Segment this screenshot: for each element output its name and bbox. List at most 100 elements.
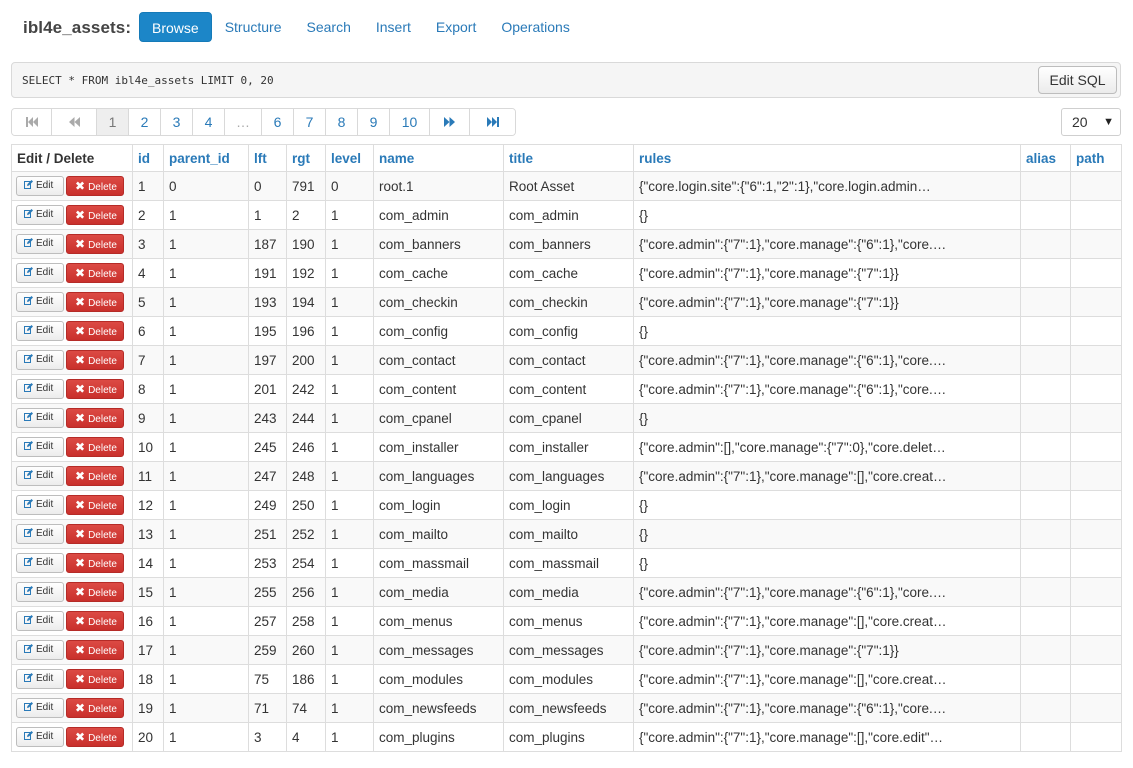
edit-sql-button[interactable]: Edit SQL bbox=[1038, 66, 1117, 94]
edit-row-button[interactable]: Edit bbox=[16, 234, 64, 254]
last-page-button[interactable] bbox=[470, 109, 515, 135]
previous-page-button[interactable] bbox=[52, 109, 97, 135]
delete-row-button[interactable]: ✖ Delete bbox=[66, 263, 124, 283]
table-row: Edit ✖ Delete 5 1 193 194 1 com_checkin com_check… bbox=[11, 287, 1122, 317]
cell-title: com_content bbox=[503, 374, 634, 404]
column-header[interactable]: parent_id bbox=[163, 144, 249, 172]
cell-id: 8 bbox=[132, 374, 164, 404]
cell-alias bbox=[1020, 577, 1071, 607]
page-4[interactable]: 4 bbox=[193, 109, 225, 135]
edit-row-button[interactable]: Edit bbox=[16, 640, 64, 660]
edit-row-button[interactable]: Edit bbox=[16, 292, 64, 312]
edit-row-button[interactable]: Edit bbox=[16, 495, 64, 515]
tab-operations[interactable]: Operations bbox=[489, 12, 581, 42]
cell-title: com_banners bbox=[503, 229, 634, 259]
tab-insert[interactable]: Insert bbox=[364, 12, 423, 42]
edit-label: Edit bbox=[36, 499, 54, 510]
delete-row-button[interactable]: ✖ Delete bbox=[66, 379, 124, 399]
cell-rules: {"core.admin":{"7":1},"core.manage":{"6"… bbox=[633, 374, 1021, 404]
edit-row-button[interactable]: Edit bbox=[16, 263, 64, 283]
edit-row-button[interactable]: Edit bbox=[16, 176, 64, 196]
column-header[interactable]: level bbox=[325, 144, 374, 172]
edit-icon bbox=[24, 266, 33, 276]
next-page-button[interactable] bbox=[430, 109, 470, 135]
edit-row-button[interactable]: Edit bbox=[16, 408, 64, 428]
edit-row-button[interactable]: Edit bbox=[16, 698, 64, 718]
delete-row-button[interactable]: ✖ Delete bbox=[66, 553, 124, 573]
edit-row-button[interactable]: Edit bbox=[16, 321, 64, 341]
column-header[interactable]: name bbox=[373, 144, 504, 172]
edit-icon bbox=[24, 527, 33, 537]
page-10[interactable]: 10 bbox=[390, 109, 430, 135]
delete-row-button[interactable]: ✖ Delete bbox=[66, 524, 124, 544]
cell-rules: {"core.admin":{"7":1},"core.manage":{"7"… bbox=[633, 635, 1021, 665]
delete-row-button[interactable]: ✖ Delete bbox=[66, 611, 124, 631]
delete-row-button[interactable]: ✖ Delete bbox=[66, 234, 124, 254]
tab-browse[interactable]: Browse bbox=[139, 12, 212, 42]
delete-row-button[interactable]: ✖ Delete bbox=[66, 292, 124, 312]
column-header: Edit / Delete bbox=[11, 144, 133, 172]
table-row: Edit ✖ Delete 18 1 75 186 1 com_modules com_modul… bbox=[11, 664, 1122, 694]
pagination: 1 2 3 4 … 6 7 8 9 10 bbox=[11, 108, 516, 136]
cell-rules: {"core.admin":{"7":1},"core.manage":[],"… bbox=[633, 606, 1021, 636]
column-header[interactable]: id bbox=[132, 144, 164, 172]
edit-icon bbox=[24, 672, 33, 682]
column-header[interactable]: rules bbox=[633, 144, 1021, 172]
cell-level: 1 bbox=[325, 490, 374, 520]
cell-rgt: 252 bbox=[286, 519, 326, 549]
edit-row-button[interactable]: Edit bbox=[16, 350, 64, 370]
edit-row-button[interactable]: Edit bbox=[16, 582, 64, 602]
cell-rules: {"core.admin":[],"core.manage":{"7":0},"… bbox=[633, 432, 1021, 462]
delete-row-button[interactable]: ✖ Delete bbox=[66, 640, 124, 660]
delete-row-button[interactable]: ✖ Delete bbox=[66, 727, 124, 747]
edit-icon bbox=[24, 237, 33, 247]
tab-export[interactable]: Export bbox=[424, 12, 488, 42]
delete-row-button[interactable]: ✖ Delete bbox=[66, 408, 124, 428]
page-7[interactable]: 7 bbox=[294, 109, 326, 135]
delete-row-button[interactable]: ✖ Delete bbox=[66, 466, 124, 486]
cell-title: com_contact bbox=[503, 345, 634, 375]
page-9[interactable]: 9 bbox=[358, 109, 390, 135]
edit-label: Edit bbox=[36, 528, 54, 539]
delete-row-button[interactable]: ✖ Delete bbox=[66, 321, 124, 341]
edit-row-button[interactable]: Edit bbox=[16, 553, 64, 573]
delete-row-button[interactable]: ✖ Delete bbox=[66, 698, 124, 718]
cell-title: com_modules bbox=[503, 664, 634, 694]
page-8[interactable]: 8 bbox=[326, 109, 358, 135]
page-1[interactable]: 1 bbox=[97, 109, 129, 135]
page-2[interactable]: 2 bbox=[129, 109, 161, 135]
edit-row-button[interactable]: Edit bbox=[16, 524, 64, 544]
delete-row-button[interactable]: ✖ Delete bbox=[66, 437, 124, 457]
page-6[interactable]: 6 bbox=[262, 109, 294, 135]
cell-lft: 243 bbox=[248, 403, 287, 433]
column-header[interactable]: alias bbox=[1020, 144, 1071, 172]
delete-row-button[interactable]: ✖ Delete bbox=[66, 669, 124, 689]
delete-row-button[interactable]: ✖ Delete bbox=[66, 495, 124, 515]
edit-row-button[interactable]: Edit bbox=[16, 379, 64, 399]
delete-row-button[interactable]: ✖ Delete bbox=[66, 176, 124, 196]
page-3[interactable]: 3 bbox=[161, 109, 193, 135]
delete-icon: ✖ bbox=[75, 324, 86, 338]
rows-per-page-select[interactable]: 20 ▼ bbox=[1061, 108, 1121, 136]
column-header[interactable]: path bbox=[1070, 144, 1122, 172]
first-page-button[interactable] bbox=[12, 109, 52, 135]
column-header[interactable]: rgt bbox=[286, 144, 326, 172]
tab-search[interactable]: Search bbox=[295, 12, 363, 42]
delete-row-button[interactable]: ✖ Delete bbox=[66, 205, 124, 225]
delete-row-button[interactable]: ✖ Delete bbox=[66, 350, 124, 370]
edit-row-button[interactable]: Edit bbox=[16, 611, 64, 631]
column-header[interactable]: title bbox=[503, 144, 634, 172]
edit-row-button[interactable]: Edit bbox=[16, 437, 64, 457]
edit-row-button[interactable]: Edit bbox=[16, 727, 64, 747]
column-header[interactable]: lft bbox=[248, 144, 287, 172]
tab-structure[interactable]: Structure bbox=[213, 12, 294, 42]
edit-row-button[interactable]: Edit bbox=[16, 205, 64, 225]
edit-row-button[interactable]: Edit bbox=[16, 466, 64, 486]
cell-rgt: 194 bbox=[286, 287, 326, 317]
edit-row-button[interactable]: Edit bbox=[16, 669, 64, 689]
delete-row-button[interactable]: ✖ Delete bbox=[66, 582, 124, 602]
delete-icon: ✖ bbox=[75, 527, 86, 541]
edit-icon bbox=[24, 469, 33, 479]
row-actions: Edit ✖ Delete bbox=[11, 693, 133, 723]
delete-icon: ✖ bbox=[75, 469, 86, 483]
